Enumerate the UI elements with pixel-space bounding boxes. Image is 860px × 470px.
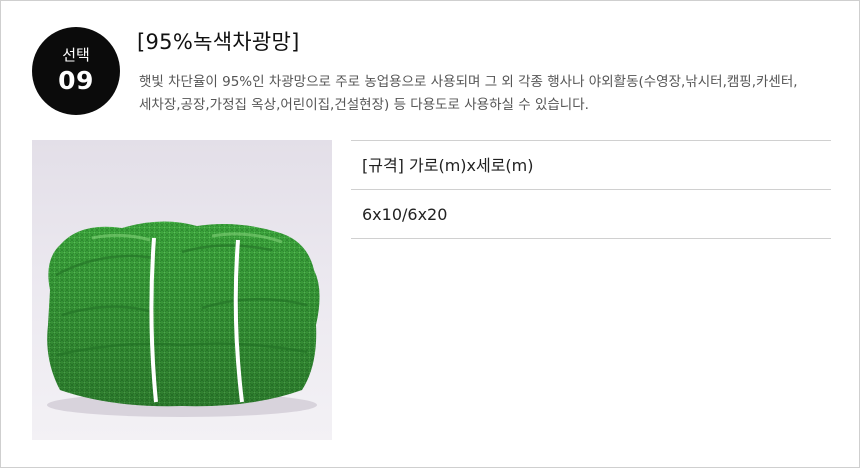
product-photo: [32, 140, 332, 440]
spec-table: [규격] 가로(m)x세로(m) 6x10/6x20: [351, 140, 831, 239]
spec-label: [규격] 가로(m)x세로(m): [351, 141, 831, 190]
option-prefix: 선택: [62, 46, 90, 64]
option-number: 09: [58, 66, 94, 95]
product-title: [95%녹색차광망]: [137, 30, 300, 54]
spec-value: 6x10/6x20: [351, 190, 831, 239]
green-shade-net-photo-icon: [32, 140, 332, 440]
product-description: 햇빛 차단율이 95%인 차광망으로 주로 농업용으로 사용되며 그 외 각종 …: [139, 74, 798, 113]
product-option-card: 선택 09 [95%녹색차광망] 햇빛 차단율이 95%인 차광망으로 주로 농…: [0, 0, 860, 468]
option-number-badge: 선택 09: [32, 27, 120, 115]
